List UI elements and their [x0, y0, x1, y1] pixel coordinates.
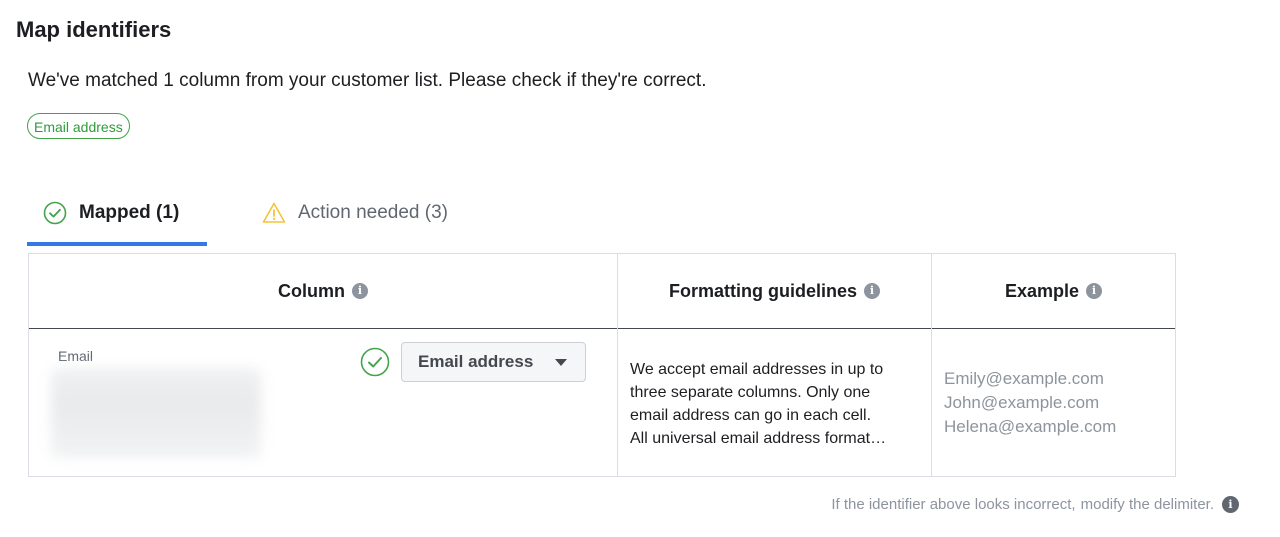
formatting-line: We accept email addresses in up to: [630, 361, 884, 378]
page-subtitle: We've matched 1 column from your custome…: [28, 70, 707, 91]
formatting-header-label: Formatting guidelines: [668, 280, 857, 301]
example-value: Helena@example.com: [944, 417, 1117, 436]
formatting-guidelines-text: We accept email addresses in up to three…: [630, 358, 925, 450]
tab-mapped[interactable]: Mapped (1): [43, 193, 179, 233]
footer-text: If the identifier above looks incorrect,: [831, 496, 1076, 513]
example-header: Example i: [932, 254, 1175, 328]
example-value: John@example.com: [944, 393, 1100, 412]
column-header: Column i: [29, 254, 617, 328]
column-divider: [931, 254, 932, 476]
page-title: Map identifiers: [16, 17, 172, 42]
blurred-sample-values: [51, 368, 261, 458]
matched-identifier-tag: Email address: [27, 113, 130, 139]
tab-action-needed[interactable]: Action needed (3): [262, 193, 448, 233]
identifier-mapping-table: Column i Formatting guidelines i Example…: [28, 253, 1176, 477]
warning-icon: [262, 202, 286, 223]
formatting-header: Formatting guidelines i: [618, 254, 931, 328]
check-circle-icon: [43, 201, 67, 225]
tab-mapped-label: Mapped (1): [79, 202, 180, 223]
identifier-select[interactable]: Email address: [401, 342, 586, 382]
active-tab-indicator: [27, 242, 207, 246]
footer-info-icon[interactable]: i: [1222, 496, 1239, 513]
delimiter-footer: If the identifier above looks incorrect,…: [831, 496, 1239, 513]
formatting-line: email address can go in each cell.: [630, 407, 872, 424]
header-divider: [29, 328, 1175, 329]
modify-delimiter-link[interactable]: modify the delimiter.: [1081, 496, 1214, 513]
tab-action-needed-label: Action needed (3): [298, 202, 448, 223]
example-values: Emily@example.com John@example.com Helen…: [944, 367, 1116, 439]
column-divider: [617, 254, 618, 476]
formatting-line: All universal email address format…: [630, 430, 887, 447]
check-circle-icon: [360, 347, 390, 377]
example-header-label: Example: [1004, 280, 1080, 301]
source-column-name: Email: [58, 348, 94, 364]
example-info-icon[interactable]: i: [1086, 283, 1103, 299]
caret-down-icon: [555, 359, 567, 366]
column-header-label: Column: [278, 280, 345, 301]
formatting-line: three separate columns. Only one: [630, 384, 871, 401]
formatting-info-icon[interactable]: i: [864, 283, 880, 299]
identifier-select-value: Email address: [418, 352, 534, 371]
column-info-icon[interactable]: i: [352, 283, 368, 299]
example-value: Emily@example.com: [944, 369, 1104, 388]
map-identifiers-page: Map identifiers We've matched 1 column f…: [0, 0, 1280, 537]
